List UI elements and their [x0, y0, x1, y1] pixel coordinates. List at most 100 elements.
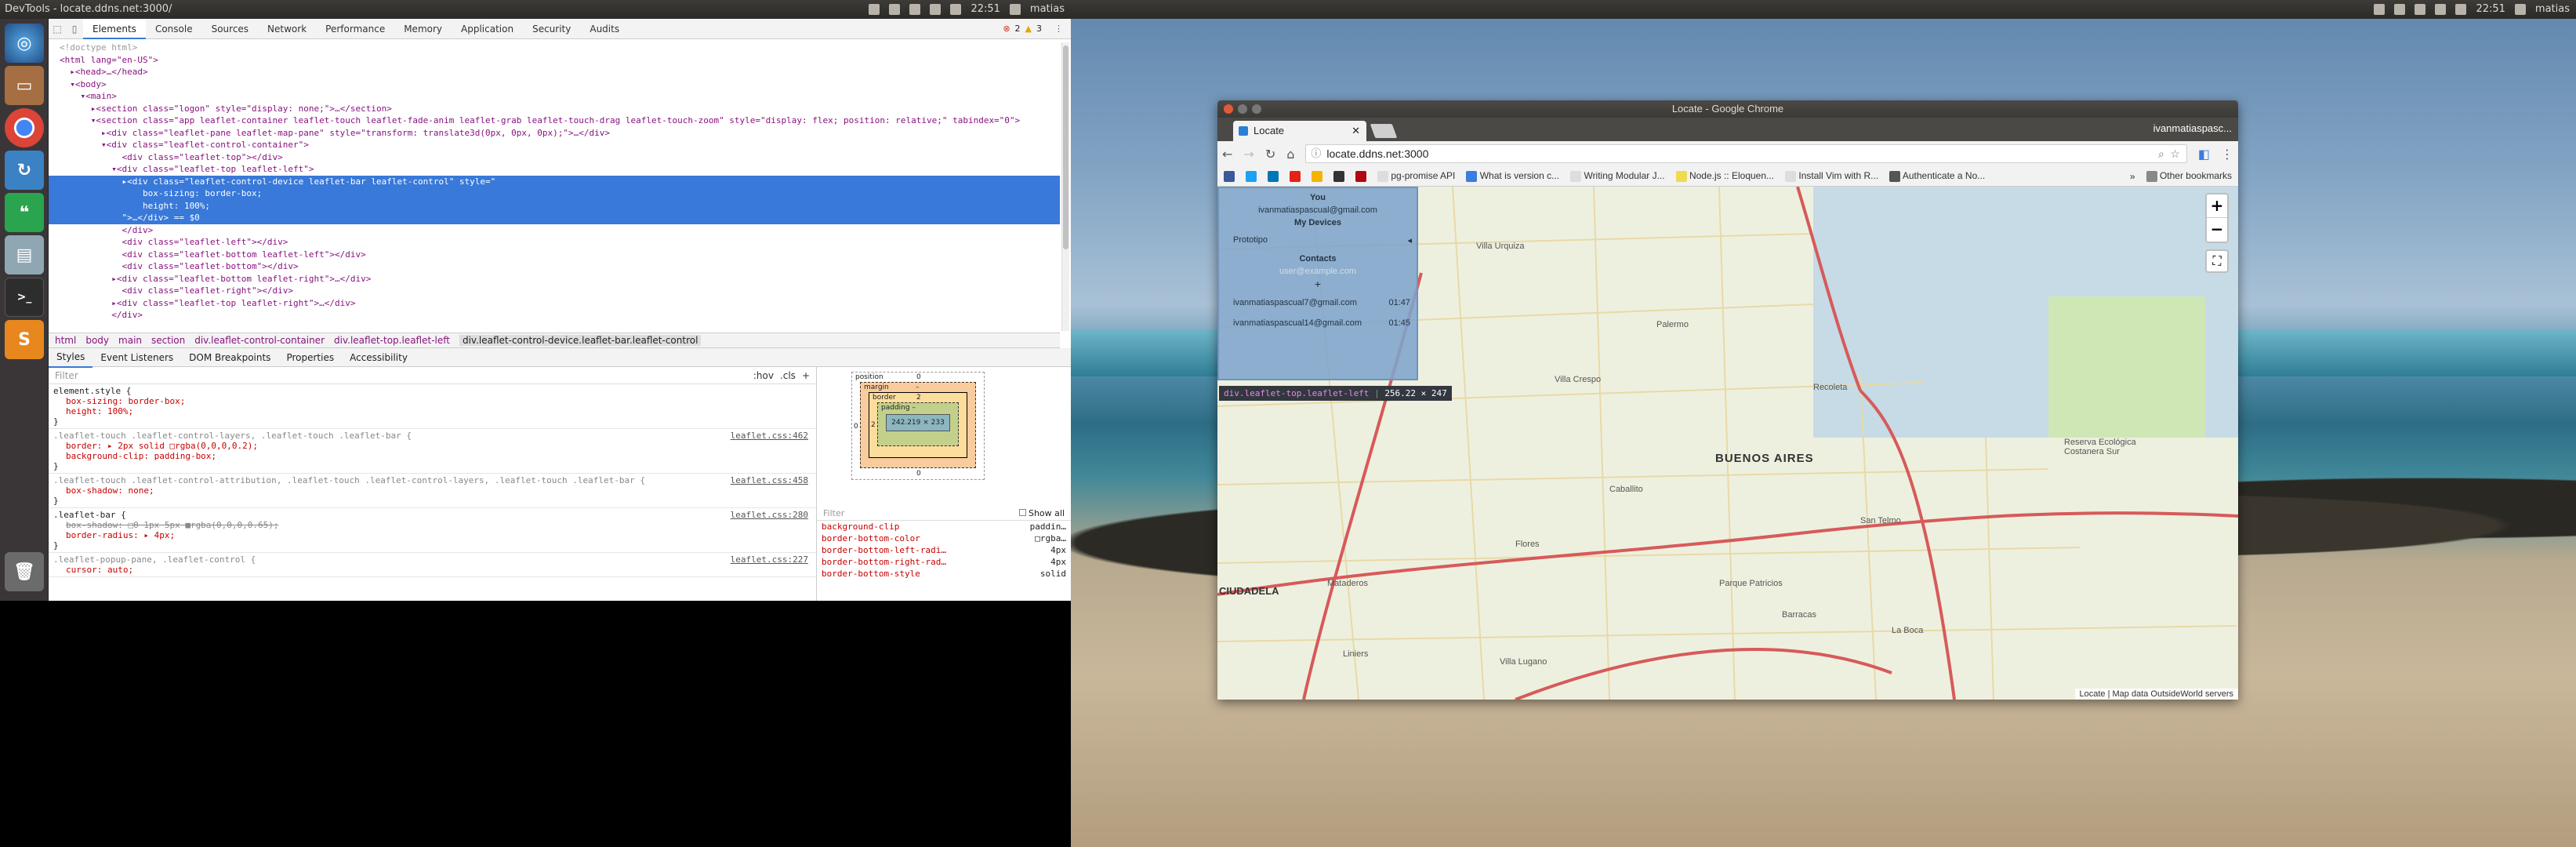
bookmark-item[interactable]: Node.js :: Eloquen... — [1675, 170, 1774, 182]
show-all-checkbox[interactable]: Show all — [1018, 507, 1065, 520]
omnibox-zoom-icon[interactable]: ⌕ — [2158, 145, 2164, 162]
dom-node[interactable]: ▸<head>…</head> — [60, 66, 1060, 78]
tab-properties[interactable]: Properties — [278, 348, 342, 367]
fullscreen-button[interactable]: ⛶ — [2205, 249, 2229, 273]
breadcrumb-item[interactable]: div.leaflet-top.leaflet-left — [334, 335, 450, 346]
breadcrumb-item[interactable]: section — [151, 335, 185, 346]
dom-node[interactable]: ▾<section class="app leaflet-container l… — [60, 115, 1060, 127]
dom-node[interactable]: <html lang="en-US"> — [60, 54, 1060, 67]
cls-toggle[interactable]: .cls — [780, 370, 796, 381]
add-rule-icon[interactable]: + — [802, 370, 810, 381]
user-name[interactable]: matias — [1030, 0, 1065, 19]
rule-property[interactable]: border-radius: ▸ 4px; — [66, 530, 811, 540]
extension-icon[interactable]: ◧ — [2198, 147, 2210, 162]
battery-icon[interactable] — [930, 4, 942, 15]
hov-toggle[interactable]: :hov — [753, 370, 774, 381]
dash-icon[interactable]: ◎ — [5, 24, 44, 63]
dom-node[interactable]: ▸<div class="leaflet-top leaflet-right">… — [60, 297, 1060, 310]
dom-node[interactable]: ▾<div class="leaflet-control-container"> — [60, 139, 1060, 151]
tab-security[interactable]: Security — [523, 19, 580, 39]
tab-styles[interactable]: Styles — [49, 347, 93, 368]
tab-network[interactable]: Network — [258, 19, 316, 39]
tab-dom-breakpoints[interactable]: DOM Breakpoints — [181, 348, 278, 367]
twitter-icon[interactable] — [1246, 170, 1257, 182]
back-icon[interactable]: ← — [1222, 147, 1232, 162]
zoom-out-button[interactable]: − — [2207, 218, 2227, 242]
contact-item[interactable]: ivanmatiaspascual14@gmail.com 01:45 — [1219, 318, 1417, 328]
gear-icon[interactable] — [1009, 4, 1021, 15]
dom-node[interactable]: ▸<section class="logon" style="display: … — [60, 103, 1060, 115]
dom-node[interactable]: <div class="leaflet-top"></div> — [60, 151, 1060, 164]
tab-console[interactable]: Console — [146, 19, 202, 39]
computed-row[interactable]: background-clip paddin… — [817, 521, 1071, 533]
rule-selector[interactable]: element.style { — [53, 386, 811, 396]
dom-node-selected[interactable]: ">…</div> == $0 — [49, 212, 1060, 224]
dom-node-selected[interactable]: height: 100%; — [49, 199, 1060, 212]
terminal-icon[interactable]: >_ — [5, 278, 44, 317]
dropbox-icon[interactable] — [2374, 4, 2386, 15]
rule-property[interactable]: box-shadow: □0 1px 5px ■rgba(0,0,0,0.65)… — [66, 520, 811, 530]
keyboard-icon[interactable] — [2394, 4, 2406, 15]
dom-node[interactable]: <div class="leaflet-bottom leaflet-left"… — [60, 249, 1060, 261]
bookmarks-overflow[interactable]: » — [2130, 171, 2135, 182]
tab-performance[interactable]: Performance — [316, 19, 394, 39]
contact-item[interactable]: ivanmatiaspascual7@gmail.com 01:47 — [1219, 298, 1417, 307]
tab-sources[interactable]: Sources — [202, 19, 258, 39]
device-toggle-icon[interactable]: ▯ — [66, 24, 83, 35]
tab-memory[interactable]: Memory — [394, 19, 452, 39]
keep-icon[interactable] — [1312, 170, 1322, 182]
rule-selector[interactable]: .leaflet-touch .leaflet-control-attribut… — [53, 475, 811, 485]
other-bookmarks[interactable]: Other bookmarks — [2146, 170, 2232, 182]
device-item[interactable]: Prototipo ◂ — [1219, 235, 1417, 245]
computed-row[interactable]: border-bottom-right-rad… 4px — [817, 556, 1071, 568]
map-canvas[interactable]: BUENOS AIRES CIUDADELA Reserva Ecológica… — [1217, 187, 2238, 700]
dom-node[interactable]: ▸<div class="leaflet-bottom leaflet-righ… — [60, 273, 1060, 285]
more-menu-icon[interactable]: ⋮ — [1054, 24, 1063, 34]
user-name[interactable]: matias — [2535, 0, 2570, 19]
chrome-icon[interactable] — [5, 108, 44, 147]
reload-icon[interactable]: ↻ — [1265, 147, 1275, 162]
dom-node[interactable]: ▾<body> — [60, 78, 1060, 91]
chrome-menu-icon[interactable]: ⋮ — [2221, 147, 2233, 162]
dom-node[interactable]: <div class="leaflet-right"></div> — [60, 285, 1060, 297]
dom-node-selected[interactable]: box-sizing: border-box; — [49, 187, 1060, 200]
rule-selector[interactable]: .leaflet-touch .leaflet-control-layers, … — [53, 431, 811, 441]
tab-accessibility[interactable]: Accessibility — [342, 348, 415, 367]
minimize-window-icon[interactable] — [1238, 104, 1247, 114]
software-updater-icon[interactable]: ↻ — [5, 151, 44, 190]
rule-property[interactable]: height: 100%; — [66, 406, 811, 416]
breadcrumb-item[interactable]: html — [55, 335, 76, 346]
bookmark-item[interactable]: Writing Modular J... — [1570, 170, 1665, 182]
close-window-icon[interactable] — [1224, 104, 1233, 114]
network-icon[interactable] — [909, 4, 921, 15]
bookmark-star-icon[interactable]: ☆ — [2170, 145, 2180, 162]
styles-filter-input[interactable]: Filter — [55, 370, 753, 381]
home-icon[interactable]: ⌂ — [1286, 147, 1294, 162]
breadcrumb-item-active[interactable]: div.leaflet-control-device.leaflet-bar.l… — [459, 335, 702, 346]
dom-node[interactable]: </div> — [60, 309, 1060, 322]
tab-audits[interactable]: Audits — [580, 19, 629, 39]
rule-source-link[interactable]: leaflet.css:227 — [731, 554, 808, 565]
dom-node[interactable]: ▾<div class="leaflet-top leaflet-left"> — [60, 163, 1060, 176]
bookmark-item[interactable]: Install Vim with R... — [1785, 170, 1878, 182]
tab-application[interactable]: Application — [452, 19, 523, 39]
volume-icon[interactable] — [2455, 4, 2467, 15]
dom-node-selected[interactable]: ▸<div class="leaflet-control-device leaf… — [49, 175, 1060, 187]
computed-filter-input[interactable]: Filter — [823, 507, 844, 520]
computed-row[interactable]: border-bottom-color □rgba… — [817, 533, 1071, 544]
add-contact-button[interactable]: + — [1219, 278, 1417, 290]
breadcrumb-item[interactable]: body — [85, 335, 109, 346]
rule-property[interactable]: background-clip: padding-box; — [66, 451, 811, 461]
map-attribution[interactable]: Locate | Map data OutsideWorld servers — [2074, 689, 2238, 700]
maximize-window-icon[interactable] — [1252, 104, 1261, 114]
breadcrumb-item[interactable]: div.leaflet-control-container — [194, 335, 325, 346]
rule-selector[interactable]: .leaflet-popup-pane, .leaflet-control { — [53, 554, 811, 565]
browser-tab[interactable]: Locate ✕ — [1233, 121, 1366, 141]
contact-input[interactable]: user@example.com — [1219, 267, 1417, 276]
rule-property[interactable]: cursor: auto; — [66, 565, 811, 575]
warning-count[interactable]: 3 — [1036, 24, 1042, 34]
dom-node[interactable]: </div> — [60, 224, 1060, 237]
tab-event-listeners[interactable]: Event Listeners — [93, 348, 181, 367]
error-count[interactable]: 2 — [1015, 24, 1021, 34]
bookmark-item[interactable]: Authenticate a No... — [1889, 170, 1985, 182]
